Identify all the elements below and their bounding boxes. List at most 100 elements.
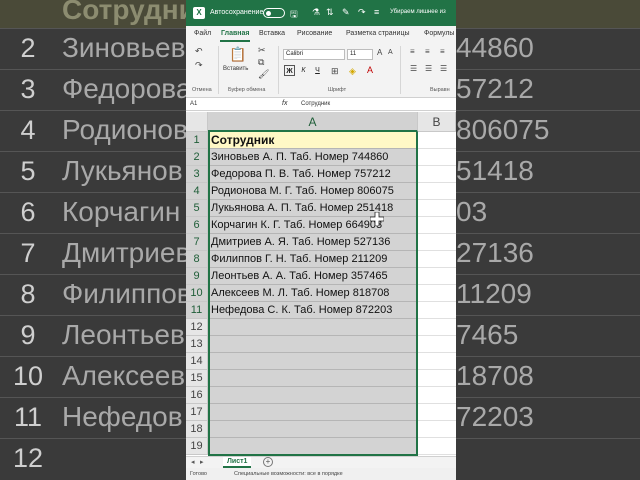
table-cell[interactable] xyxy=(418,302,456,319)
align-middle-icon[interactable]: ≡ xyxy=(425,47,430,56)
row-header[interactable]: 17 xyxy=(186,404,208,421)
row-header[interactable]: 11 xyxy=(186,302,208,319)
row-header[interactable]: 10 xyxy=(186,285,208,302)
tab-draw[interactable]: Рисование xyxy=(297,30,332,37)
row-header[interactable]: 8 xyxy=(186,251,208,268)
table-cell[interactable] xyxy=(418,353,456,370)
underline-button[interactable]: Ч xyxy=(312,65,323,76)
status-accessibility[interactable]: Специальные возможности: все в порядке xyxy=(234,471,343,477)
paste-label[interactable]: Вставить xyxy=(223,66,248,72)
row-header[interactable]: 18 xyxy=(186,421,208,438)
fill-color-icon[interactable]: ◈ xyxy=(349,66,356,77)
font-name-select[interactable]: Calibri xyxy=(283,49,345,60)
sort-icon[interactable]: ⇅ xyxy=(326,7,334,18)
eraser-icon[interactable]: ✎ xyxy=(342,7,350,18)
row-header[interactable]: 6 xyxy=(186,217,208,234)
row-header[interactable]: 12 xyxy=(186,319,208,336)
table-cell[interactable] xyxy=(418,319,456,336)
table-cell[interactable] xyxy=(208,353,418,370)
italic-button[interactable]: К xyxy=(298,65,309,76)
table-cell[interactable] xyxy=(208,438,418,455)
row-header[interactable]: 2 xyxy=(186,149,208,166)
align-center-icon[interactable]: ☰ xyxy=(425,64,432,73)
copy-icon[interactable]: ⧉ xyxy=(258,57,264,68)
shrink-font-icon[interactable]: A xyxy=(388,49,393,56)
row-header[interactable]: 4 xyxy=(186,183,208,200)
tab-file[interactable]: Файл xyxy=(194,30,211,37)
column-header-b[interactable]: B xyxy=(418,112,456,132)
table-cell[interactable]: Зиновьев А. П. Таб. Номер 744860 xyxy=(208,149,418,166)
table-cell[interactable] xyxy=(418,149,456,166)
row-header[interactable]: 3 xyxy=(186,166,208,183)
table-cell[interactable] xyxy=(418,438,456,455)
cut-icon[interactable]: ✂ xyxy=(258,45,266,56)
row-header[interactable]: 9 xyxy=(186,268,208,285)
table-cell[interactable] xyxy=(418,234,456,251)
table-cell[interactable]: Леонтьев А. А. Таб. Номер 357465 xyxy=(208,268,418,285)
table-cell[interactable] xyxy=(418,421,456,438)
redo-icon[interactable]: ↷ xyxy=(358,7,366,18)
align-bottom-icon[interactable]: ≡ xyxy=(440,47,445,56)
table-cell[interactable] xyxy=(208,421,418,438)
row-header[interactable]: 14 xyxy=(186,353,208,370)
tab-insert[interactable]: Вставка xyxy=(259,30,285,37)
align-right-icon[interactable]: ☰ xyxy=(440,64,447,73)
table-cell[interactable]: Федорова П. В. Таб. Номер 757212 xyxy=(208,166,418,183)
table-cell[interactable] xyxy=(418,404,456,421)
align-top-icon[interactable]: ≡ xyxy=(410,47,415,56)
tab-formulas[interactable]: Формулы xyxy=(424,30,454,37)
table-cell[interactable]: Алексеев М. Л. Таб. Номер 818708 xyxy=(208,285,418,302)
font-color-icon[interactable]: A xyxy=(367,65,373,75)
table-cell[interactable] xyxy=(208,319,418,336)
table-cell[interactable]: Дмитриев А. Я. Таб. Номер 527136 xyxy=(208,234,418,251)
undo-icon[interactable]: ↶ xyxy=(195,46,203,57)
table-cell[interactable]: Филиппов Г. Н. Таб. Номер 211209 xyxy=(208,251,418,268)
header-cell[interactable]: Сотрудник xyxy=(208,132,418,149)
table-cell[interactable] xyxy=(418,387,456,404)
table-cell[interactable] xyxy=(418,370,456,387)
row-header[interactable]: 5 xyxy=(186,200,208,217)
table-cell[interactable] xyxy=(418,183,456,200)
row-header[interactable]: 19 xyxy=(186,438,208,455)
flask-icon[interactable]: ⚗ xyxy=(312,7,320,18)
redo-ribbon-icon[interactable]: ↷ xyxy=(195,60,203,71)
sheet-tab-active[interactable]: Лист1 xyxy=(223,457,252,468)
format-painter-icon[interactable]: 🖌 xyxy=(258,69,269,80)
row-header[interactable]: 13 xyxy=(186,336,208,353)
table-cell[interactable] xyxy=(208,387,418,404)
row-header[interactable]: 7 xyxy=(186,234,208,251)
autosave-toggle[interactable] xyxy=(263,8,285,18)
align-left-icon[interactable]: ☰ xyxy=(410,64,417,73)
formula-input[interactable]: Сотрудник xyxy=(301,101,330,107)
more-icon[interactable]: ≡ xyxy=(374,7,379,17)
select-all-corner[interactable] xyxy=(186,112,208,132)
table-cell[interactable] xyxy=(418,285,456,302)
grow-font-icon[interactable]: A xyxy=(377,48,382,57)
row-header[interactable]: 15 xyxy=(186,370,208,387)
table-cell[interactable] xyxy=(418,268,456,285)
fx-icon[interactable]: fx xyxy=(282,100,287,107)
paste-icon[interactable]: 📋 xyxy=(229,46,246,63)
name-box[interactable]: A1 xyxy=(190,101,197,107)
tab-page-layout[interactable]: Разметка страницы xyxy=(346,30,410,37)
table-cell[interactable]: Корчагин К. Г. Таб. Номер 664903 xyxy=(208,217,418,234)
add-sheet-button[interactable]: + xyxy=(263,457,273,467)
row-header[interactable]: 16 xyxy=(186,387,208,404)
table-cell[interactable] xyxy=(418,251,456,268)
table-cell[interactable] xyxy=(208,370,418,387)
prev-sheet-icon[interactable]: ◂ xyxy=(191,458,195,466)
tab-home[interactable]: Главная xyxy=(221,30,249,37)
table-cell[interactable] xyxy=(418,166,456,183)
table-cell[interactable] xyxy=(418,336,456,353)
table-cell[interactable] xyxy=(208,404,418,421)
row-header[interactable]: 1 xyxy=(186,132,208,149)
font-size-select[interactable]: 11 xyxy=(347,49,373,60)
next-sheet-icon[interactable]: ▸ xyxy=(200,458,204,466)
table-cell[interactable] xyxy=(418,200,456,217)
save-icon[interactable]: 🖫 xyxy=(290,7,298,23)
table-cell[interactable]: Лукьянова А. П. Таб. Номер 251418 xyxy=(208,200,418,217)
table-cell[interactable] xyxy=(418,132,456,149)
table-cell[interactable]: Родионова М. Г. Таб. Номер 806075 xyxy=(208,183,418,200)
table-cell[interactable] xyxy=(418,217,456,234)
borders-icon[interactable]: ⊞ xyxy=(331,66,339,77)
